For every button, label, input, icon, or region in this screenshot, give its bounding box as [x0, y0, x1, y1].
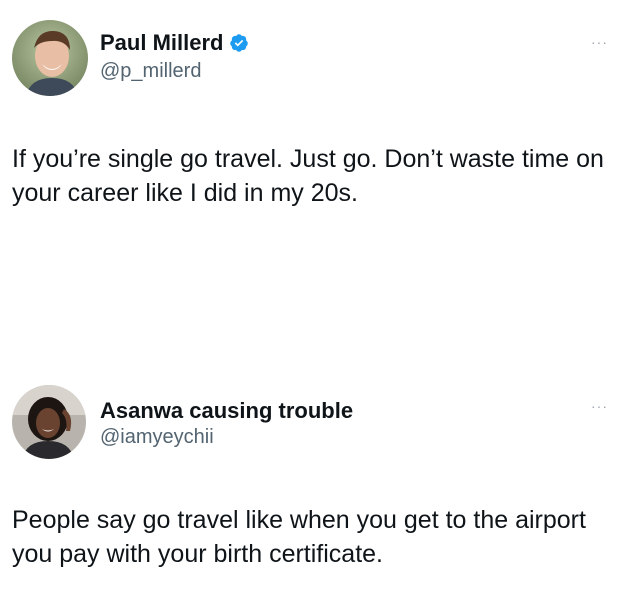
handle[interactable]: @iamyeychii — [100, 426, 214, 449]
display-name[interactable]: Asanwa causing trouble — [100, 398, 353, 424]
spacer — [0, 300, 622, 370]
display-name[interactable]: Paul Millerd — [100, 30, 223, 56]
tweet-text: If you’re single go travel. Just go. Don… — [12, 145, 604, 207]
tweet-card[interactable]: Asanwa causing trouble @iamyeychii ··· P… — [0, 370, 622, 600]
tweet-card[interactable]: Paul Millerd @p_millerd ··· If you’re si… — [0, 0, 622, 300]
name-row: Paul Millerd — [100, 30, 249, 56]
handle[interactable]: @p_millerd — [100, 60, 201, 83]
tweet-text: People say go travel like when you get t… — [12, 506, 586, 568]
avatar[interactable] — [12, 385, 86, 459]
avatar-photo-woman-icon — [12, 385, 86, 459]
avatar-photo-man-icon — [12, 20, 88, 96]
more-options-icon[interactable]: ··· — [591, 398, 608, 414]
name-row: Asanwa causing trouble — [100, 398, 353, 424]
more-options-icon[interactable]: ··· — [591, 34, 608, 50]
verified-badge-icon — [230, 34, 249, 52]
avatar[interactable] — [12, 20, 88, 96]
